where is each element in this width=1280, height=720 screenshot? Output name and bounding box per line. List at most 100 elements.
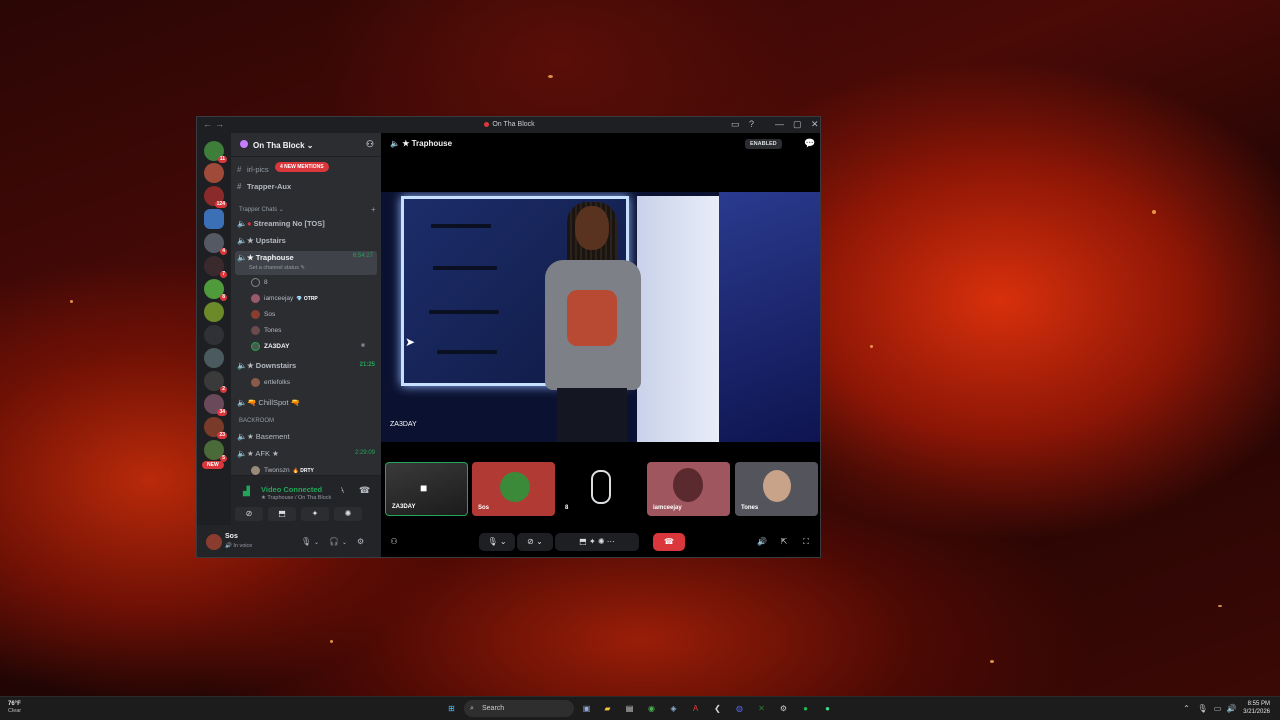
voice-user[interactable]: iamceejay 💎 OTRP xyxy=(251,294,318,306)
volume-icon[interactable]: 🔊 xyxy=(755,533,769,551)
activities-button[interactable]: ✦ xyxy=(301,507,329,521)
server-icon[interactable] xyxy=(204,209,224,229)
channel-afk[interactable]: 🔈★ AFK ★ 2:29:09 xyxy=(237,449,375,463)
voice-user[interactable]: Twonszn 🔥 DRTY xyxy=(251,466,314,475)
avatar xyxy=(251,278,260,287)
new-unreads-pill[interactable]: NEW xyxy=(202,461,224,469)
help-icon[interactable]: ? xyxy=(749,119,754,129)
minimize-button[interactable]: — xyxy=(775,119,784,129)
channel-status[interactable]: Set a channel status ✎ xyxy=(249,265,305,271)
excel-icon[interactable]: ✕ xyxy=(755,702,768,715)
server-icon[interactable]: 23 xyxy=(204,417,227,439)
server-icon[interactable]: 5 xyxy=(204,440,227,462)
taskbar-clock[interactable]: 8:55 PM 3/21/2026 xyxy=(1243,700,1270,716)
microphone-toggle[interactable]: 🎙 ⌄ xyxy=(479,533,515,551)
server-icon[interactable]: 8 xyxy=(204,279,227,301)
voice-channel-link[interactable]: ★ Traphouse / On Tha Block xyxy=(261,495,331,501)
file-explorer-icon[interactable]: ▰ xyxy=(601,702,614,715)
voice-user[interactable]: Sos xyxy=(251,310,275,322)
disconnect-icon[interactable]: ☎ xyxy=(359,485,370,496)
new-mentions-pill[interactable]: 4 NEW MENTIONS xyxy=(275,162,329,172)
popout-icon[interactable]: ⇱ xyxy=(777,533,791,551)
steam-icon[interactable]: ◈ xyxy=(667,702,680,715)
category-backroom[interactable]: BACKROOM xyxy=(239,418,274,424)
fullscreen-icon[interactable]: ⛶ xyxy=(799,533,813,551)
avatar[interactable] xyxy=(206,534,222,550)
chevron-down-icon[interactable]: ⌄ xyxy=(314,539,319,546)
server-icon[interactable] xyxy=(204,302,224,322)
server-icon xyxy=(484,121,490,127)
spotify-icon[interactable]: ● xyxy=(799,702,812,715)
invite-icon[interactable]: ⚇ xyxy=(385,533,403,551)
participant-tile[interactable]: Sos xyxy=(472,462,555,516)
server-icon[interactable]: 2 xyxy=(204,371,227,393)
voice-user[interactable]: ertlefolks xyxy=(251,378,290,390)
channel-trapper-aux[interactable]: # Trapper-Aux xyxy=(237,182,291,196)
add-channel-icon[interactable]: + xyxy=(371,205,376,214)
start-icon[interactable]: ⊞ xyxy=(445,702,458,715)
microphone-icon[interactable]: 🎙 xyxy=(1196,702,1209,715)
server-icon[interactable]: 34 xyxy=(204,394,227,416)
category-trapper-chats[interactable]: Trapper Chats ⌄ xyxy=(239,206,284,213)
channel-chillspot[interactable]: 🔈🔫 ChillSpot 🔫 xyxy=(237,398,300,412)
signal-icon[interactable]: ▟ xyxy=(243,486,250,497)
main-video[interactable]: ZA3DAY xyxy=(381,192,820,442)
app-icon[interactable]: ❮ xyxy=(711,702,724,715)
chevron-down-icon[interactable]: ⌄ xyxy=(342,539,347,546)
activity-group[interactable]: ⬒ ✦ ✺ ⋯ xyxy=(555,533,639,551)
participant-tile[interactable]: iamceejay xyxy=(647,462,730,516)
task-view-icon[interactable]: ▣ xyxy=(580,702,593,715)
voice-status[interactable]: Video Connected xyxy=(261,485,322,494)
taskbar-search[interactable]: ⌕ Search xyxy=(464,700,574,717)
voice-user[interactable]: 8 xyxy=(251,278,268,290)
chevron-up-icon[interactable]: ⌃ xyxy=(1180,702,1193,715)
server-icon[interactable] xyxy=(204,163,224,183)
participant-video xyxy=(531,202,651,442)
server-icon[interactable]: 124 xyxy=(204,186,227,208)
voice-user[interactable]: ZA3DAY ■ xyxy=(251,342,365,354)
channel-basement[interactable]: 🔈★ Basement xyxy=(237,432,290,446)
server-icon[interactable] xyxy=(204,348,224,368)
participant-tile[interactable]: ■ ZA3DAY xyxy=(385,462,468,516)
channel-traphouse[interactable]: 🔈★ Traphouse 6:54:27 Set a channel statu… xyxy=(235,251,377,275)
avatar xyxy=(591,470,611,504)
soundboard-button[interactable]: ✺ xyxy=(334,507,362,521)
guild-header[interactable]: On Tha Block ⌄ ⚇ xyxy=(231,133,381,157)
noise-suppression-icon[interactable]: ⧷ xyxy=(341,485,344,496)
voice-user[interactable]: Tones xyxy=(251,326,281,338)
chrome-icon[interactable]: ◉ xyxy=(645,702,658,715)
channel-irl-pics[interactable]: # irl-pics xyxy=(237,165,269,179)
network-icon[interactable]: ▭ xyxy=(1211,702,1224,715)
microphone-icon[interactable]: 🎙 xyxy=(301,537,311,546)
server-icon[interactable]: 7 xyxy=(204,256,227,278)
headphones-icon[interactable]: 🎧 xyxy=(329,537,339,546)
discord-icon[interactable]: ◍ xyxy=(733,702,746,715)
store-icon[interactable]: ▤ xyxy=(623,702,636,715)
hang-up-button[interactable]: ☎ xyxy=(653,533,685,551)
channel-streaming[interactable]: 🔈● Streaming No [TOS] xyxy=(237,219,325,233)
server-rail: 11 124 4 7 8 2 34 23 5 NEW xyxy=(197,133,231,475)
maximize-button[interactable]: ▢ xyxy=(793,119,802,130)
app-icon[interactable]: ● xyxy=(821,702,834,715)
gear-icon[interactable]: ⚙ xyxy=(357,537,364,546)
close-button[interactable]: ✕ xyxy=(811,119,819,130)
server-icon[interactable]: 11 xyxy=(204,141,227,163)
screen-share-button[interactable]: ⬒ xyxy=(268,507,296,521)
camera-toggle[interactable]: ⊘ ⌄ xyxy=(517,533,553,551)
server-icon[interactable]: 4 xyxy=(204,233,227,255)
weather-widget[interactable]: 76°F Clear xyxy=(8,701,21,714)
participant-tile[interactable]: 8 xyxy=(559,462,642,516)
adobe-icon[interactable]: A xyxy=(689,702,702,715)
username[interactable]: Sos xyxy=(225,533,238,540)
chat-icon[interactable]: 💬 xyxy=(804,138,815,149)
channel-downstairs[interactable]: 🔈★ Downstairs 21:25 xyxy=(237,361,375,375)
camera-off-button[interactable]: ⊘ xyxy=(235,507,263,521)
volume-icon[interactable]: 🔊 xyxy=(1225,702,1238,715)
app-icon[interactable]: ⚙ xyxy=(777,702,790,715)
invite-icon[interactable]: ⚇ xyxy=(366,139,374,150)
server-icon[interactable] xyxy=(204,325,224,345)
channel-upstairs[interactable]: 🔈★ Upstairs xyxy=(237,236,286,250)
inbox-icon[interactable]: ▭ xyxy=(731,119,740,130)
participant-tile[interactable]: Tones xyxy=(735,462,818,516)
enabled-badge[interactable]: ENABLED xyxy=(745,139,782,149)
